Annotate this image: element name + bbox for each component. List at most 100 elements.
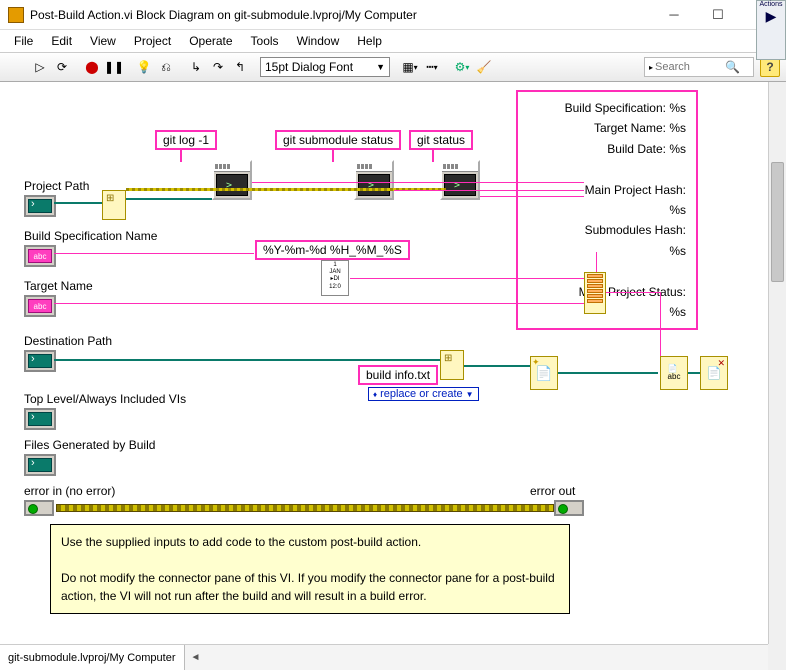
wire	[180, 148, 182, 162]
terminal-error-in[interactable]	[24, 500, 54, 516]
label-error-in: error in (no error)	[24, 484, 115, 498]
distribute-button[interactable]: ┅▾	[422, 57, 442, 77]
search-icon: 🔍	[725, 60, 740, 74]
const-date-format[interactable]: %Y-%m-%d %H_%M_%S	[255, 240, 410, 260]
step-over-button[interactable]: ↷	[208, 57, 228, 77]
scroll-left-button[interactable]: ◄	[185, 652, 207, 663]
statusbar: git-submodule.lvproj/My Computer ◄ ►	[0, 644, 786, 670]
wire	[558, 372, 658, 374]
const-git-submodule[interactable]: git submodule status	[275, 130, 401, 150]
wire	[54, 303, 584, 304]
wire	[252, 182, 584, 183]
terminal-top-vis[interactable]	[24, 408, 56, 430]
minimize-button[interactable]: ─	[652, 1, 696, 29]
node-format-into-string[interactable]	[584, 272, 606, 314]
menu-project[interactable]: Project	[126, 32, 179, 50]
terminal-dest-path[interactable]	[24, 350, 56, 372]
node-open-create-file[interactable]	[530, 356, 558, 390]
exec-git-submodule[interactable]: >_	[354, 160, 394, 200]
chevron-left-icon: ▸	[649, 63, 653, 72]
wire	[126, 198, 212, 200]
wire	[54, 253, 254, 254]
label-error-out: error out	[530, 484, 575, 498]
wire	[464, 365, 530, 367]
menu-operate[interactable]: Operate	[181, 32, 240, 50]
font-select-label: 15pt Dialog Font	[265, 60, 353, 74]
wire	[332, 148, 334, 162]
run-button[interactable]: ▷	[30, 57, 50, 77]
note-line-1: Use the supplied inputs to add code to t…	[61, 533, 559, 551]
enum-replace-or-create[interactable]: ♦ replace or create ▼	[368, 387, 479, 401]
menubar: File Edit View Project Operate Tools Win…	[0, 30, 786, 52]
menu-help[interactable]: Help	[349, 32, 390, 50]
terminal-project-path[interactable]	[24, 195, 56, 217]
node-format-datetime[interactable]: 1JAN▸DI12:0	[321, 260, 349, 296]
exec-git-log[interactable]: >_	[212, 160, 252, 200]
wire	[350, 278, 584, 279]
wire	[480, 196, 584, 197]
chevron-down-icon: ▼	[376, 62, 385, 72]
align-button[interactable]: ▦▾	[400, 57, 420, 77]
const-git-status[interactable]: git status	[409, 130, 473, 150]
app-icon	[8, 7, 24, 23]
cleanup-button[interactable]: 🧹	[474, 57, 494, 77]
note-line-2: Do not modify the connector pane of this…	[61, 569, 559, 605]
menu-edit[interactable]: Edit	[43, 32, 80, 50]
chevron-down-icon: ▼	[466, 390, 474, 399]
status-text[interactable]: git-submodule.lvproj/My Computer	[0, 645, 185, 670]
font-select[interactable]: 15pt Dialog Font ▼	[260, 57, 390, 77]
const-git-log[interactable]: git log -1	[155, 130, 217, 150]
terminal-target-name[interactable]: abc	[24, 295, 56, 317]
actions-panel[interactable]: Actions ▶	[756, 0, 786, 60]
label-build-spec: Build Specification Name	[24, 229, 157, 243]
wire	[394, 190, 584, 191]
run-continuously-button[interactable]: ⟳	[52, 57, 72, 77]
node-strip-path[interactable]	[102, 190, 126, 220]
vertical-scrollbar[interactable]	[768, 82, 786, 644]
terminal-error-out[interactable]	[554, 500, 584, 516]
titlebar: Post-Build Action.vi Block Diagram on gi…	[0, 0, 786, 30]
maximize-button[interactable]: ☐	[696, 1, 740, 29]
reorder-button[interactable]: ⚙▾	[452, 57, 472, 77]
label-project-path: Project Path	[24, 179, 89, 193]
toolbar: ▷ ⟳ ⬤ ❚❚ 💡 ⎌ ↳ ↷ ↰ 15pt Dialog Font ▼ ▦▾…	[0, 52, 786, 82]
abort-button[interactable]: ⬤	[82, 57, 102, 77]
pause-button[interactable]: ❚❚	[104, 57, 124, 77]
retain-wires-button[interactable]: ⎌	[156, 57, 176, 77]
format-string-text: Build Specification: %s Target Name: %s …	[528, 98, 686, 322]
wire	[688, 372, 700, 374]
node-write-text-file[interactable]: 📄abc	[660, 356, 688, 390]
help-button[interactable]: ?	[760, 57, 780, 77]
exec-git-status[interactable]: >_	[440, 160, 480, 200]
updown-icon: ♦	[373, 390, 377, 399]
wire	[660, 292, 661, 356]
label-target-name: Target Name	[24, 279, 93, 293]
comment-note: Use the supplied inputs to add code to t…	[50, 524, 570, 614]
wire	[606, 292, 660, 293]
terminal-files-gen[interactable]	[24, 454, 56, 476]
node-build-path[interactable]	[440, 350, 464, 380]
terminal-build-spec[interactable]: abc	[24, 245, 56, 267]
const-build-info[interactable]: build info.txt	[358, 365, 438, 385]
wire	[54, 359, 440, 361]
block-diagram[interactable]: Project Path Build Specification Name ab…	[0, 82, 766, 642]
menu-file[interactable]: File	[6, 32, 41, 50]
const-format-string[interactable]: Build Specification: %s Target Name: %s …	[516, 90, 698, 330]
menu-view[interactable]: View	[82, 32, 124, 50]
label-dest-path: Destination Path	[24, 334, 112, 348]
search-input[interactable]	[655, 61, 725, 73]
scrollbar-thumb[interactable]	[771, 162, 784, 282]
step-out-button[interactable]: ↰	[230, 57, 250, 77]
menu-tools[interactable]: Tools	[243, 32, 287, 50]
wire	[596, 252, 597, 272]
step-into-button[interactable]: ↳	[186, 57, 206, 77]
label-files-gen: Files Generated by Build	[24, 438, 155, 452]
menu-window[interactable]: Window	[289, 32, 348, 50]
search-box[interactable]: ▸ 🔍	[644, 57, 754, 77]
wire	[54, 202, 102, 204]
actions-label: Actions	[760, 1, 783, 8]
node-close-file[interactable]: 📄	[700, 356, 728, 390]
highlight-exec-button[interactable]: 💡	[134, 57, 154, 77]
label-top-vis: Top Level/Always Included VIs	[24, 392, 186, 406]
wire	[432, 148, 434, 162]
